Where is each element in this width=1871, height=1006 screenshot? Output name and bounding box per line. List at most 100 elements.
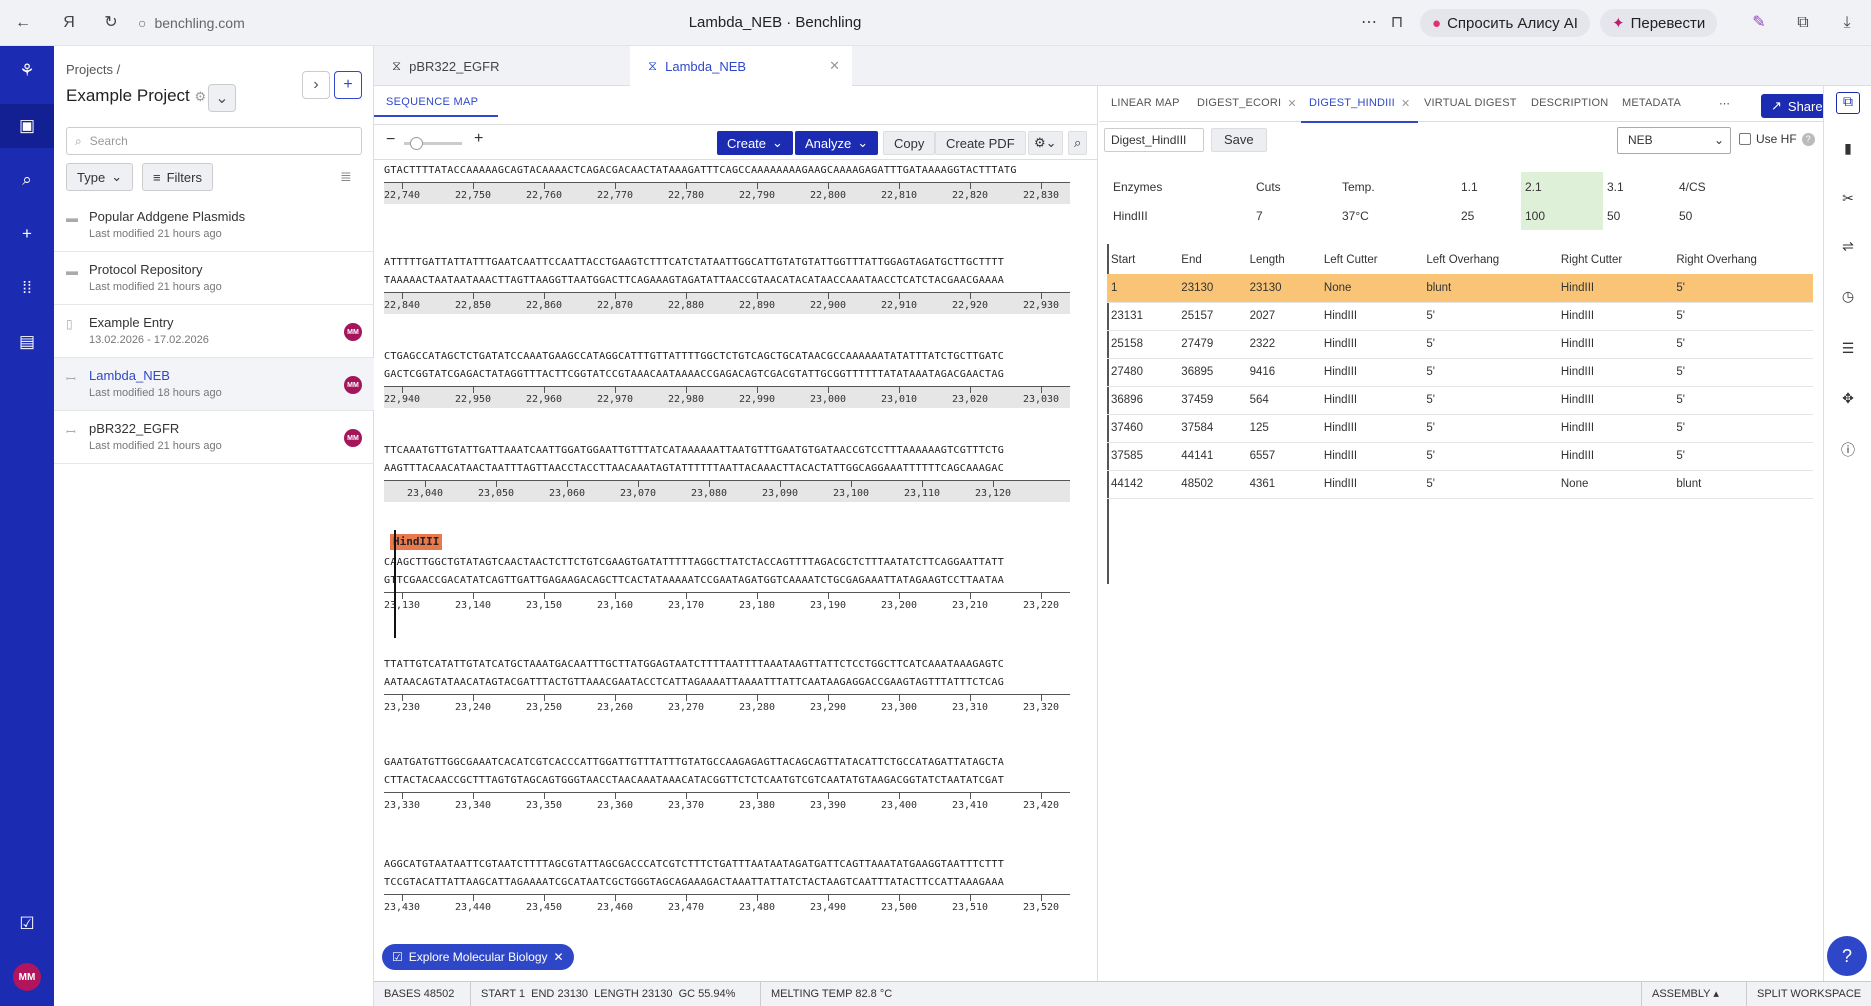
top-strand[interactable]: GAATGATGTTGGCGAAATCACATCGTCACCCATTGGATTG…: [384, 754, 1070, 772]
close-icon[interactable]: ✕: [554, 950, 564, 964]
tab-lambda-neb[interactable]: ⧖ Lambda_NEB ✕: [630, 46, 852, 86]
back-arrow-icon[interactable]: ←: [12, 12, 34, 34]
fragment-row[interactable]: 27480 36895 9416 HindIII 5' HindIII 5': [1107, 358, 1813, 387]
tab-virtual-digest[interactable]: VIRTUAL DIGEST: [1424, 97, 1517, 109]
sequence-block[interactable]: CAAGCTTGGCTGTATAGTCAACTAACTCTTCTGTCGAAGT…: [384, 554, 1070, 614]
collections-icon[interactable]: ⧉: [1792, 12, 1814, 34]
column-header[interactable]: Left Cutter: [1320, 246, 1422, 274]
project-dropdown-button[interactable]: ⌄: [208, 84, 236, 112]
list-item[interactable]: ▬ Protocol Repository Last modified 21 hou…: [54, 252, 374, 305]
add-icon[interactable]: +: [0, 212, 54, 256]
pen-icon[interactable]: ✎: [1748, 12, 1770, 34]
scissors-icon[interactable]: ✂: [1824, 190, 1871, 207]
digest-name-input[interactable]: Digest_HindIII: [1104, 128, 1204, 152]
apps-grid-icon[interactable]: ⁞⁞: [0, 266, 54, 310]
cut-site-cursor[interactable]: [394, 530, 396, 638]
inbox-icon[interactable]: ▤: [0, 320, 54, 364]
top-strand[interactable]: CTGAGCCATAGCTCTGATATCCAAATGAAGCCATAGGCAT…: [384, 348, 1070, 366]
tab-metadata[interactable]: METADATA: [1622, 97, 1681, 109]
help-button[interactable]: ?: [1827, 936, 1867, 976]
find-icon[interactable]: ⌕: [1068, 131, 1088, 155]
project-search-input[interactable]: ⌕ Search: [66, 127, 362, 155]
reload-icon[interactable]: ↻: [100, 12, 122, 34]
list-item[interactable]: ꟷ Lambda_NEB Last modified 18 hours ago MM: [54, 358, 374, 411]
vendor-select[interactable]: NEB ⌄: [1617, 127, 1731, 154]
align-icon[interactable]: ⇌: [1824, 238, 1871, 255]
zoom-slider[interactable]: [404, 137, 462, 150]
help-icon[interactable]: ?: [1801, 132, 1815, 146]
bookmark-icon[interactable]: ⊓: [1386, 12, 1408, 34]
tab-linear-map[interactable]: LINEAR MAP: [1111, 97, 1180, 109]
breadcrumb[interactable]: Projects /: [66, 62, 120, 77]
tab-pbr322-egfr[interactable]: ⧖ pBR322_EGFR: [374, 46, 630, 86]
sequence-block[interactable]: TTCAAATGTTGTATTGATTAAATCAATTGGATGGAATTGT…: [384, 442, 1070, 502]
info-icon[interactable]: ⓘ: [1824, 440, 1871, 460]
tasks-icon[interactable]: ☑: [0, 902, 54, 946]
tab-digest-hindiii[interactable]: DIGEST_HINDIII ✕: [1300, 97, 1419, 123]
bottom-strand[interactable]: CTTACTACAACCGCTTTAGTGTAGCAGTGGGTAACCTAAC…: [384, 772, 1070, 790]
top-strand[interactable]: ATTTTTGATTATTATTTGAATCAATTCCAATTACCTGAAG…: [384, 254, 1070, 272]
list-item[interactable]: ꟷ pBR322_EGFR Last modified 21 hours ago MM: [54, 411, 374, 464]
hindiii-site-label[interactable]: HindIII: [390, 534, 443, 550]
tab-description[interactable]: DESCRIPTION: [1531, 97, 1608, 109]
tab-digest-ecori[interactable]: DIGEST_ECORI ✕: [1197, 97, 1297, 110]
column-header[interactable]: End: [1177, 246, 1245, 274]
column-header[interactable]: Right Cutter: [1557, 246, 1672, 274]
bottom-strand[interactable]: TAAAAACTAATAATAAACTTAGTTAAGGTTAATGGACTTC…: [384, 272, 1070, 290]
list-icon[interactable]: ☰: [1824, 340, 1871, 357]
top-strand[interactable]: TTCAAATGTTGTATTGATTAAATCAATTGGATGGAATTGT…: [384, 442, 1070, 460]
close-icon[interactable]: ✕: [829, 58, 840, 74]
address-bar[interactable]: ○ benchling.com: [138, 12, 245, 34]
bottom-strand[interactable]: GACTCGGTATCGAGACTATAGGTTTACTTCGGTATCCGTA…: [384, 366, 1070, 384]
top-strand[interactable]: GTACTTTTATACCAAAAAGCAGTACAAAACTCAGACGACA…: [384, 162, 1070, 180]
history-icon[interactable]: ◷: [1824, 288, 1871, 305]
bottom-strand[interactable]: AATAACAGTATAACATAGTACGATTTACTGTTAAACGAAT…: [384, 674, 1070, 692]
fragment-row[interactable]: 37460 37584 125 HindIII 5' HindIII 5': [1107, 414, 1813, 443]
bottom-strand[interactable]: TCCGTACATTATTAAGCATTAGAAAATCGCATAATCGCTG…: [384, 874, 1070, 892]
checkbox[interactable]: [1739, 133, 1751, 145]
bottom-strand[interactable]: GTTCGAACCGACATATCAGTTGATTGAGAAGACAGCTTCA…: [384, 572, 1070, 590]
sequence-block[interactable]: TTATTGTCATATTGTATCATGCTAAATGACAATTTGCTTA…: [384, 656, 1070, 716]
user-avatar[interactable]: MM: [13, 963, 41, 991]
use-hf-checkbox[interactable]: Use HF?: [1739, 132, 1815, 146]
split-workspace-button[interactable]: SPLIT WORKSPACE: [1746, 982, 1861, 1006]
yandex-icon[interactable]: Я: [58, 12, 80, 34]
top-strand[interactable]: TTATTGTCATATTGTATCATGCTAAATGACAATTTGCTTA…: [384, 656, 1070, 674]
download-icon[interactable]: ⤓: [1836, 12, 1858, 34]
bookmark-icon[interactable]: ▮: [1824, 140, 1871, 157]
close-icon[interactable]: ✕: [1401, 97, 1410, 110]
share-button[interactable]: ↗ Share: [1761, 94, 1833, 118]
sequence-block[interactable]: AGGCATGTAATAATTCGTAATCTTTTAGCGTATTAGCGAC…: [384, 856, 1070, 916]
benchling-logo-icon[interactable]: ⚘: [0, 49, 54, 93]
sequence-map-tab[interactable]: SEQUENCE MAP: [373, 96, 499, 117]
fragment-row[interactable]: 37585 44141 6557 HindIII 5' HindIII 5': [1107, 442, 1813, 471]
sequence-block[interactable]: GTACTTTTATACCAAAAAGCAGTACAAAACTCAGACGACA…: [384, 162, 1070, 204]
projects-icon[interactable]: ▣: [0, 104, 54, 148]
settings-gear-icon[interactable]: ⚙⌄: [1028, 131, 1063, 155]
zoom-out-icon[interactable]: −: [386, 131, 395, 149]
type-filter-button[interactable]: Type ⌄: [66, 163, 134, 191]
analyze-button[interactable]: Analyze ⌄: [795, 131, 879, 155]
sequence-block[interactable]: ATTTTTGATTATTATTTGAATCAATTCCAATTACCTGAAG…: [384, 254, 1070, 314]
filters-button[interactable]: ≡ Filters: [142, 163, 213, 191]
sequence-block[interactable]: GAATGATGTTGGCGAAATCACATCGTCACCCATTGGATTG…: [384, 754, 1070, 814]
explore-molecular-biology-badge[interactable]: ☑ Explore Molecular Biology ✕: [382, 944, 574, 970]
list-item[interactable]: ▯ Example Entry 13.02.2026 - 17.02.2026 MM: [54, 305, 374, 358]
zoom-in-icon[interactable]: +: [474, 130, 483, 148]
create-button[interactable]: Create ⌄: [717, 131, 793, 155]
more-dots-icon[interactable]: ⋯: [1719, 97, 1730, 110]
column-header[interactable]: Left Overhang: [1422, 246, 1557, 274]
top-strand[interactable]: AGGCATGTAATAATTCGTAATCTTTTAGCGTATTAGCGAC…: [384, 856, 1070, 874]
settings-gear-icon[interactable]: ⚙: [195, 89, 207, 104]
fragment-row[interactable]: 44142 48502 4361 HindIII 5' None blunt: [1107, 470, 1813, 499]
fragment-row[interactable]: 1 23130 23130 None blunt HindIII 5': [1107, 274, 1813, 303]
create-pdf-button[interactable]: Create PDF: [935, 131, 1026, 155]
copy-icon[interactable]: ⧉: [1836, 92, 1860, 114]
translate-button[interactable]: ✦ Перевести: [1600, 9, 1718, 37]
search-icon[interactable]: ⌕: [0, 158, 54, 202]
sort-options-icon[interactable]: ≣: [340, 168, 352, 185]
assembly-button[interactable]: ASSEMBLY ▴: [1641, 982, 1746, 1006]
sequence-block[interactable]: CTGAGCCATAGCTCTGATATCCAAATGAAGCCATAGGCAT…: [384, 348, 1070, 408]
more-dots-icon[interactable]: ⋯: [1358, 12, 1380, 34]
top-strand[interactable]: CAAGCTTGGCTGTATAGTCAACTAACTCTTCTGTCGAAGT…: [384, 554, 1070, 572]
